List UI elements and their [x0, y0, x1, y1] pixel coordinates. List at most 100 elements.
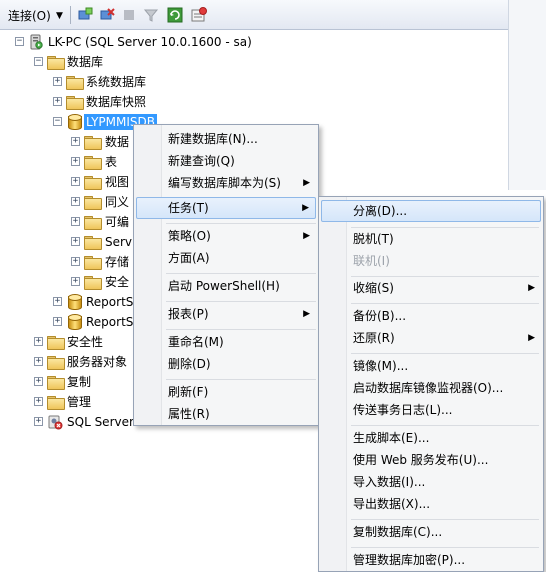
database-context-menu: 新建数据库(N)... 新建查询(Q) 编写数据库脚本为(S) ▶ 任务(T) …	[133, 124, 319, 426]
tasks-submenu: 分离(D)... 脱机(T) 联机(I) 收缩(S) ▶ 备份(B)... 还原…	[318, 196, 544, 572]
folder-icon	[47, 374, 65, 390]
menu-item-label: 报表(P)	[168, 307, 209, 321]
toolbar-separator	[70, 6, 71, 24]
tree-node-sql-agent[interactable]: + SQL Server	[0, 412, 134, 432]
submenu-arrow-icon: ▶	[528, 283, 535, 293]
menu-item-facets[interactable]: 方面(A)	[136, 247, 316, 269]
menu-item-import-data[interactable]: 导入数据(I)...	[321, 471, 541, 493]
expand-icon[interactable]: +	[71, 257, 80, 266]
tree-node-management[interactable]: + 管理	[0, 392, 134, 412]
db-child-label: 安全	[105, 275, 130, 289]
expand-icon[interactable]: +	[71, 197, 80, 206]
menu-item-export-data[interactable]: 导出数据(X)...	[321, 493, 541, 515]
expand-icon[interactable]: +	[71, 157, 80, 166]
menu-item-manage-encryption[interactable]: 管理数据库加密(P)...	[321, 549, 541, 571]
menu-item-label: 编写数据库脚本为(S)	[168, 176, 281, 190]
connect-icon[interactable]	[76, 6, 94, 24]
expand-icon[interactable]: +	[53, 297, 62, 306]
menu-item-delete[interactable]: 删除(D)	[136, 353, 316, 375]
object-explorer-toolbar: 连接(O) ▼	[0, 0, 546, 30]
connect-button[interactable]: 连接(O)	[8, 7, 51, 25]
disconnect-icon[interactable]	[98, 6, 116, 24]
folder-icon	[84, 154, 102, 170]
menu-item-generate-scripts[interactable]: 生成脚本(E)...	[321, 427, 541, 449]
tree-node-db-child[interactable]: + Serv	[0, 232, 134, 252]
collapse-icon[interactable]: −	[15, 37, 24, 46]
server-label: LK-PC (SQL Server 10.0.1600 - sa)	[48, 35, 252, 49]
sql-agent-icon	[47, 414, 63, 430]
submenu-arrow-icon: ▶	[303, 309, 310, 319]
menu-item-restore[interactable]: 还原(R) ▶	[321, 327, 541, 349]
folder-icon	[84, 214, 102, 230]
menu-item-publish-web-service[interactable]: 使用 Web 服务发布(U)...	[321, 449, 541, 471]
tree-node-server[interactable]: − LK-PC (SQL Server 10.0.1600 - sa)	[0, 32, 300, 52]
menu-item-backup[interactable]: 备份(B)...	[321, 305, 541, 327]
tree-node-report-server-temp[interactable]: + ReportS	[0, 312, 134, 332]
menu-item-properties[interactable]: 属性(R)	[136, 403, 316, 425]
menu-item-start-powershell[interactable]: 启动 PowerShell(H)	[136, 275, 316, 297]
menu-separator	[351, 547, 539, 548]
expand-icon[interactable]: +	[53, 97, 62, 106]
menu-separator	[351, 519, 539, 520]
menu-item-detach[interactable]: 分离(D)...	[321, 200, 541, 222]
menu-item-reports[interactable]: 报表(P) ▶	[136, 303, 316, 325]
submenu-arrow-icon: ▶	[303, 231, 310, 241]
tree-node-security[interactable]: + 安全性	[0, 332, 134, 352]
tree-node-db-child[interactable]: + 存储	[0, 252, 134, 272]
menu-item-rename[interactable]: 重命名(M)	[136, 331, 316, 353]
menu-item-label: 收缩(S)	[353, 281, 394, 295]
collapse-icon[interactable]: −	[53, 117, 62, 126]
tree-node-db-child[interactable]: + 可编	[0, 212, 134, 232]
menu-item-ship-transaction-logs[interactable]: 传送事务日志(L)...	[321, 399, 541, 421]
folder-icon	[47, 334, 65, 350]
db-child-label: 存储	[105, 255, 130, 269]
db-child-label: Serv	[105, 235, 133, 249]
menu-item-shrink[interactable]: 收缩(S) ▶	[321, 277, 541, 299]
tree-node-db-child[interactable]: + 视图	[0, 172, 134, 192]
database-icon	[66, 114, 82, 130]
tree-node-databases[interactable]: − 数据库	[0, 52, 200, 72]
refresh-icon[interactable]	[166, 6, 184, 24]
menu-separator	[351, 425, 539, 426]
tree-node-db-snapshots[interactable]: + 数据库快照	[0, 92, 200, 112]
folder-icon	[47, 54, 65, 70]
expand-icon[interactable]: +	[71, 237, 80, 246]
menu-item-policies[interactable]: 策略(O) ▶	[136, 225, 316, 247]
menu-separator	[351, 353, 539, 354]
expand-icon[interactable]: +	[71, 217, 80, 226]
expand-icon[interactable]: +	[71, 177, 80, 186]
tree-node-db-child[interactable]: + 表	[0, 152, 134, 172]
tree-node-report-server[interactable]: + ReportS	[0, 292, 134, 312]
tree-node-db-child[interactable]: + 安全	[0, 272, 134, 292]
expand-icon[interactable]: +	[34, 337, 43, 346]
expand-icon[interactable]: +	[34, 357, 43, 366]
tree-node-replication[interactable]: + 复制	[0, 372, 134, 392]
tree-node-db-child[interactable]: + 同义	[0, 192, 134, 212]
activity-icon[interactable]	[190, 6, 208, 24]
db-snapshots-label: 数据库快照	[86, 95, 147, 109]
menu-item-new-query[interactable]: 新建查询(Q)	[136, 150, 316, 172]
menu-separator	[166, 223, 316, 224]
menu-item-take-offline[interactable]: 脱机(T)	[321, 228, 541, 250]
connect-dropdown-icon[interactable]: ▼	[56, 7, 63, 25]
menu-item-new-database[interactable]: 新建数据库(N)...	[136, 128, 316, 150]
expand-icon[interactable]: +	[34, 417, 43, 426]
collapse-icon[interactable]: −	[34, 57, 43, 66]
submenu-arrow-icon: ▶	[303, 178, 310, 188]
expand-icon[interactable]: +	[34, 397, 43, 406]
menu-item-copy-database[interactable]: 复制数据库(C)...	[321, 521, 541, 543]
menu-item-script-database[interactable]: 编写数据库脚本为(S) ▶	[136, 172, 316, 194]
menu-item-launch-mirroring-monitor[interactable]: 启动数据库镜像监视器(O)...	[321, 377, 541, 399]
tree-node-db-child[interactable]: + 数据	[0, 132, 134, 152]
menu-item-refresh[interactable]: 刷新(F)	[136, 381, 316, 403]
folder-icon	[66, 74, 84, 90]
tree-node-system-databases[interactable]: + 系统数据库	[0, 72, 200, 92]
tree-node-server-objects[interactable]: + 服务器对象	[0, 352, 134, 372]
expand-icon[interactable]: +	[53, 317, 62, 326]
menu-item-tasks[interactable]: 任务(T) ▶	[136, 197, 316, 219]
expand-icon[interactable]: +	[71, 277, 80, 286]
menu-item-mirror[interactable]: 镜像(M)...	[321, 355, 541, 377]
expand-icon[interactable]: +	[71, 137, 80, 146]
expand-icon[interactable]: +	[34, 377, 43, 386]
expand-icon[interactable]: +	[53, 77, 62, 86]
